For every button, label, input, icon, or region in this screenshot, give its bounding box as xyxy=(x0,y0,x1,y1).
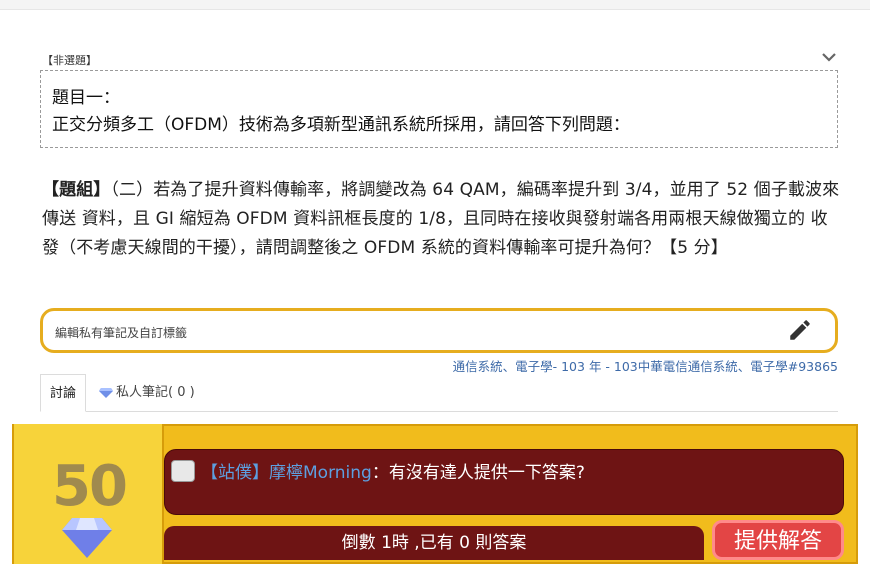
diamond-icon xyxy=(62,518,112,558)
reward-badge: 50 xyxy=(14,424,164,564)
post-body: ：有沒有達人提供一下答案? xyxy=(371,463,585,483)
countdown-bar: 倒數 1時 ,已有 0 則答案 xyxy=(164,526,704,560)
top-strip xyxy=(0,0,870,10)
post-author[interactable]: 【站僕】摩檸Morning xyxy=(201,463,372,483)
diamond-icon xyxy=(99,388,113,398)
post-text: 【站僕】摩檸Morning：有沒有達人提供一下答案? xyxy=(201,458,585,483)
tab-private-notes-label: 私人筆記( 0 ) xyxy=(116,385,195,400)
tab-private-notes[interactable]: 私人筆記( 0 ) xyxy=(90,374,204,412)
group-label: 【題組】 xyxy=(42,180,111,200)
question-title: 題目一： xyxy=(52,88,120,108)
question-prompt: 正交分頻多工（OFDM）技術為多項新型通訊系統所採用，請回答下列問題： xyxy=(52,115,630,135)
countdown-text: 倒數 1時 ,已有 0 則答案 xyxy=(341,533,527,553)
question-type-tag: 【非選題】 xyxy=(42,54,97,67)
sub-question: 【題組】（二）若為了提升資料傳輸率，將調變改為 64 QAM，編碼率提升到 3/… xyxy=(42,176,842,263)
reward-points: 50 xyxy=(52,454,128,519)
tab-bar: 討論 私人筆記( 0 ) xyxy=(40,374,838,412)
question-box: 題目一： 正交分頻多工（OFDM）技術為多項新型通訊系統所採用，請回答下列問題： xyxy=(40,70,838,148)
tab-discussion[interactable]: 討論 xyxy=(40,374,87,412)
pencil-icon[interactable] xyxy=(787,317,813,343)
note-placeholder: 編輯私有筆記及自訂標籤 xyxy=(55,326,188,340)
avatar[interactable] xyxy=(171,460,195,482)
breadcrumb[interactable]: 通信系統、電子學- 103 年 - 103中華電信通信系統、電子學#93865 xyxy=(453,356,838,375)
discussion-post: 【站僕】摩檸Morning：有沒有達人提供一下答案? xyxy=(164,449,844,515)
provide-answer-button[interactable]: 提供解答 xyxy=(712,520,844,560)
private-note-bar[interactable]: 編輯私有筆記及自訂標籤 xyxy=(40,308,838,353)
provide-answer-label: 提供解答 xyxy=(733,529,822,554)
group-text: （二）若為了提升資料傳輸率，將調變改為 64 QAM，編碼率提升到 3/4，並用… xyxy=(42,180,840,258)
chevron-down-icon[interactable] xyxy=(820,48,838,66)
